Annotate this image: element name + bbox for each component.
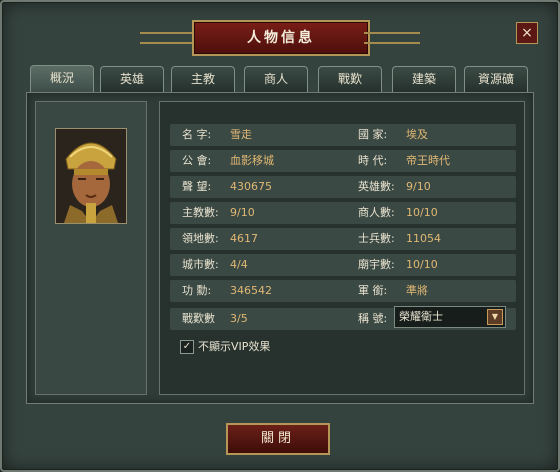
- soldiers-label: 士兵數:: [358, 232, 395, 245]
- info-row: 聲 望: 430675 英雄數: 9/10: [170, 176, 516, 198]
- rank-value: 準將: [406, 284, 428, 297]
- fame-value: 430675: [230, 180, 272, 193]
- merit-label: 功 勳:: [182, 284, 212, 297]
- warbeast-value: 3/5: [230, 312, 248, 325]
- title-ornament-right: [364, 32, 420, 44]
- bishops-value: 9/10: [230, 206, 255, 219]
- title-ornament-left: [140, 32, 196, 44]
- era-label: 時 代:: [358, 154, 388, 167]
- bishops-label: 主教數:: [182, 206, 219, 219]
- info-row: 領地數: 4617 士兵數: 11054: [170, 228, 516, 250]
- hide-vip-label: 不顯示VIP效果: [198, 340, 271, 353]
- hide-vip-checkbox[interactable]: ✓: [180, 340, 194, 354]
- info-row: 城市數: 4/4 廟宇數: 10/10: [170, 254, 516, 276]
- tab-heroes[interactable]: 英雄: [100, 66, 164, 92]
- merchants-label: 商人數:: [358, 206, 395, 219]
- cities-value: 4/4: [230, 258, 248, 271]
- info-row: 功 勳: 346542 軍 銜: 準將: [170, 280, 516, 302]
- info-row: 公 會: 血影移城 時 代: 帝王時代: [170, 150, 516, 172]
- character-portrait: [55, 128, 127, 224]
- warbeast-label: 戰歎數: [182, 312, 215, 325]
- fame-label: 聲 望:: [182, 180, 212, 193]
- overview-panel: 名 字: 雪走 國 家: 埃及 公 會: 血影移城 時 代: 帝王時代 聲 望:…: [26, 92, 534, 404]
- info-panel: 名 字: 雪走 國 家: 埃及 公 會: 血影移城 時 代: 帝王時代 聲 望:…: [159, 101, 525, 395]
- tab-warbeasts[interactable]: 戰歎: [318, 66, 382, 92]
- info-row: 主教數: 9/10 商人數: 10/10: [170, 202, 516, 224]
- title-label: 稱 號:: [358, 312, 388, 325]
- temples-value: 10/10: [406, 258, 438, 271]
- era-value: 帝王時代: [406, 154, 450, 167]
- window-title: 人物信息: [192, 20, 370, 56]
- tab-buildings[interactable]: 建築: [392, 66, 456, 92]
- title-dropdown[interactable]: 榮耀衛士 ▼: [394, 306, 506, 328]
- cities-label: 城市數:: [182, 258, 219, 271]
- heroes-value: 9/10: [406, 180, 431, 193]
- title-bar: 人物信息: [140, 20, 420, 56]
- portrait-panel: [35, 101, 147, 395]
- chevron-down-icon[interactable]: ▼: [487, 309, 503, 325]
- close-button[interactable]: 關閉: [226, 423, 330, 455]
- merchants-value: 10/10: [406, 206, 438, 219]
- name-label: 名 字:: [182, 128, 212, 141]
- close-icon[interactable]: ×: [516, 22, 538, 44]
- merit-value: 346542: [230, 284, 272, 297]
- soldiers-value: 11054: [406, 232, 441, 245]
- heroes-label: 英雄數:: [358, 180, 395, 193]
- temples-label: 廟宇數:: [358, 258, 395, 271]
- territory-value: 4617: [230, 232, 258, 245]
- info-row: 名 字: 雪走 國 家: 埃及: [170, 124, 516, 146]
- tab-merchants[interactable]: 商人: [244, 66, 308, 92]
- territory-label: 領地數:: [182, 232, 219, 245]
- info-row: 戰歎數 3/5 稱 號: 榮耀衛士 ▼: [170, 306, 516, 330]
- rank-label: 軍 銜:: [358, 284, 388, 297]
- name-value: 雪走: [230, 128, 252, 141]
- tab-resource-mines[interactable]: 資源礦: [464, 66, 528, 92]
- country-label: 國 家:: [358, 128, 388, 141]
- tab-overview[interactable]: 概況: [30, 65, 94, 93]
- guild-label: 公 會:: [182, 154, 212, 167]
- title-selected-value: 榮耀衛士: [399, 310, 443, 323]
- guild-value: 血影移城: [230, 154, 274, 167]
- tab-bishops[interactable]: 主教: [171, 66, 235, 92]
- country-value: 埃及: [406, 128, 428, 141]
